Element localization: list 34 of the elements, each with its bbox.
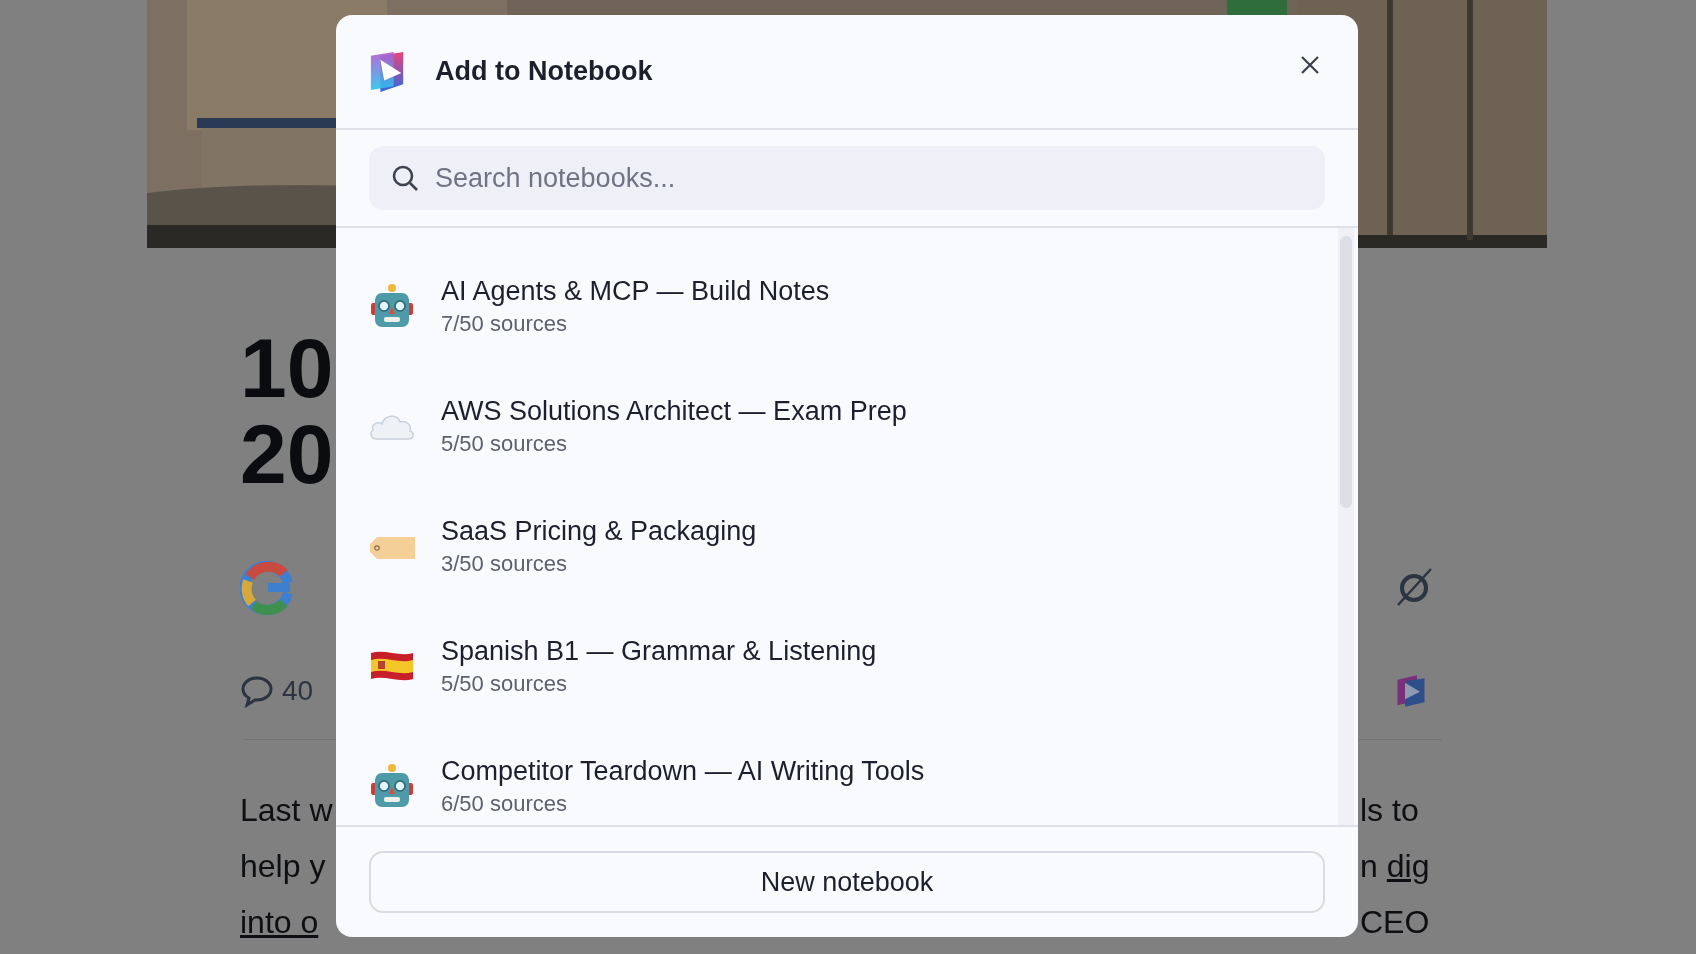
comment-count: 40: [282, 675, 314, 707]
search-field[interactable]: Search notebooks...: [369, 146, 1325, 210]
headline-text: 10: [240, 325, 335, 411]
slashed-circle-icon[interactable]: [1394, 567, 1434, 607]
link[interactable]: into o: [240, 902, 340, 942]
notebook-title: Competitor Teardown — AI Writing Tools: [441, 755, 925, 787]
notebook-item[interactable]: AI Agents & MCP — Build Notes 7/50 sources: [336, 246, 1338, 366]
notebook-title: AI Agents & MCP — Build Notes: [441, 275, 830, 307]
source-count: 6/50 sources: [441, 790, 568, 817]
paragraph-text: n: [1360, 847, 1378, 886]
notebook-item[interactable]: AWS Solutions Architect — Exam Prep 5/50 sources: [336, 366, 1338, 486]
notebook-item[interactable]: Spanish B1 — Grammar & Listening 5/50 sources: [336, 606, 1338, 726]
robot-icon: [369, 763, 415, 809]
source-count: 5/50 sources: [441, 670, 568, 697]
comment-icon[interactable]: [240, 674, 274, 708]
notebook-title: SaaS Pricing & Packaging: [441, 515, 757, 547]
headline-text: 20: [240, 411, 335, 497]
paragraph-text: Last w: [240, 791, 334, 830]
paragraph-text: CEO: [1360, 903, 1430, 942]
dialog-title: Add to Notebook: [435, 56, 653, 87]
source-count: 5/50 sources: [441, 430, 568, 457]
paragraph-text: ls to: [1360, 791, 1419, 830]
paragraph-text: help y: [240, 847, 327, 886]
notebook-item[interactable]: Competitor Teardown — AI Writing Tools 6/50 sources: [336, 726, 1338, 825]
notebook-title: Spanish B1 — Grammar & Listening: [441, 635, 877, 667]
source-count: 3/50 sources: [441, 550, 568, 577]
source-count: 7/50 sources: [441, 310, 568, 337]
robot-icon: [369, 283, 415, 329]
scrollbar[interactable]: [1338, 228, 1354, 825]
notebook-title: AWS Solutions Architect — Exam Prep: [441, 395, 907, 427]
link[interactable]: dig: [1386, 846, 1430, 886]
new-notebook-button[interactable]: New notebook: [369, 851, 1325, 913]
notebook-item[interactable]: SaaS Pricing & Packaging 3/50 sources: [336, 486, 1338, 606]
logo-icon: [240, 559, 296, 615]
